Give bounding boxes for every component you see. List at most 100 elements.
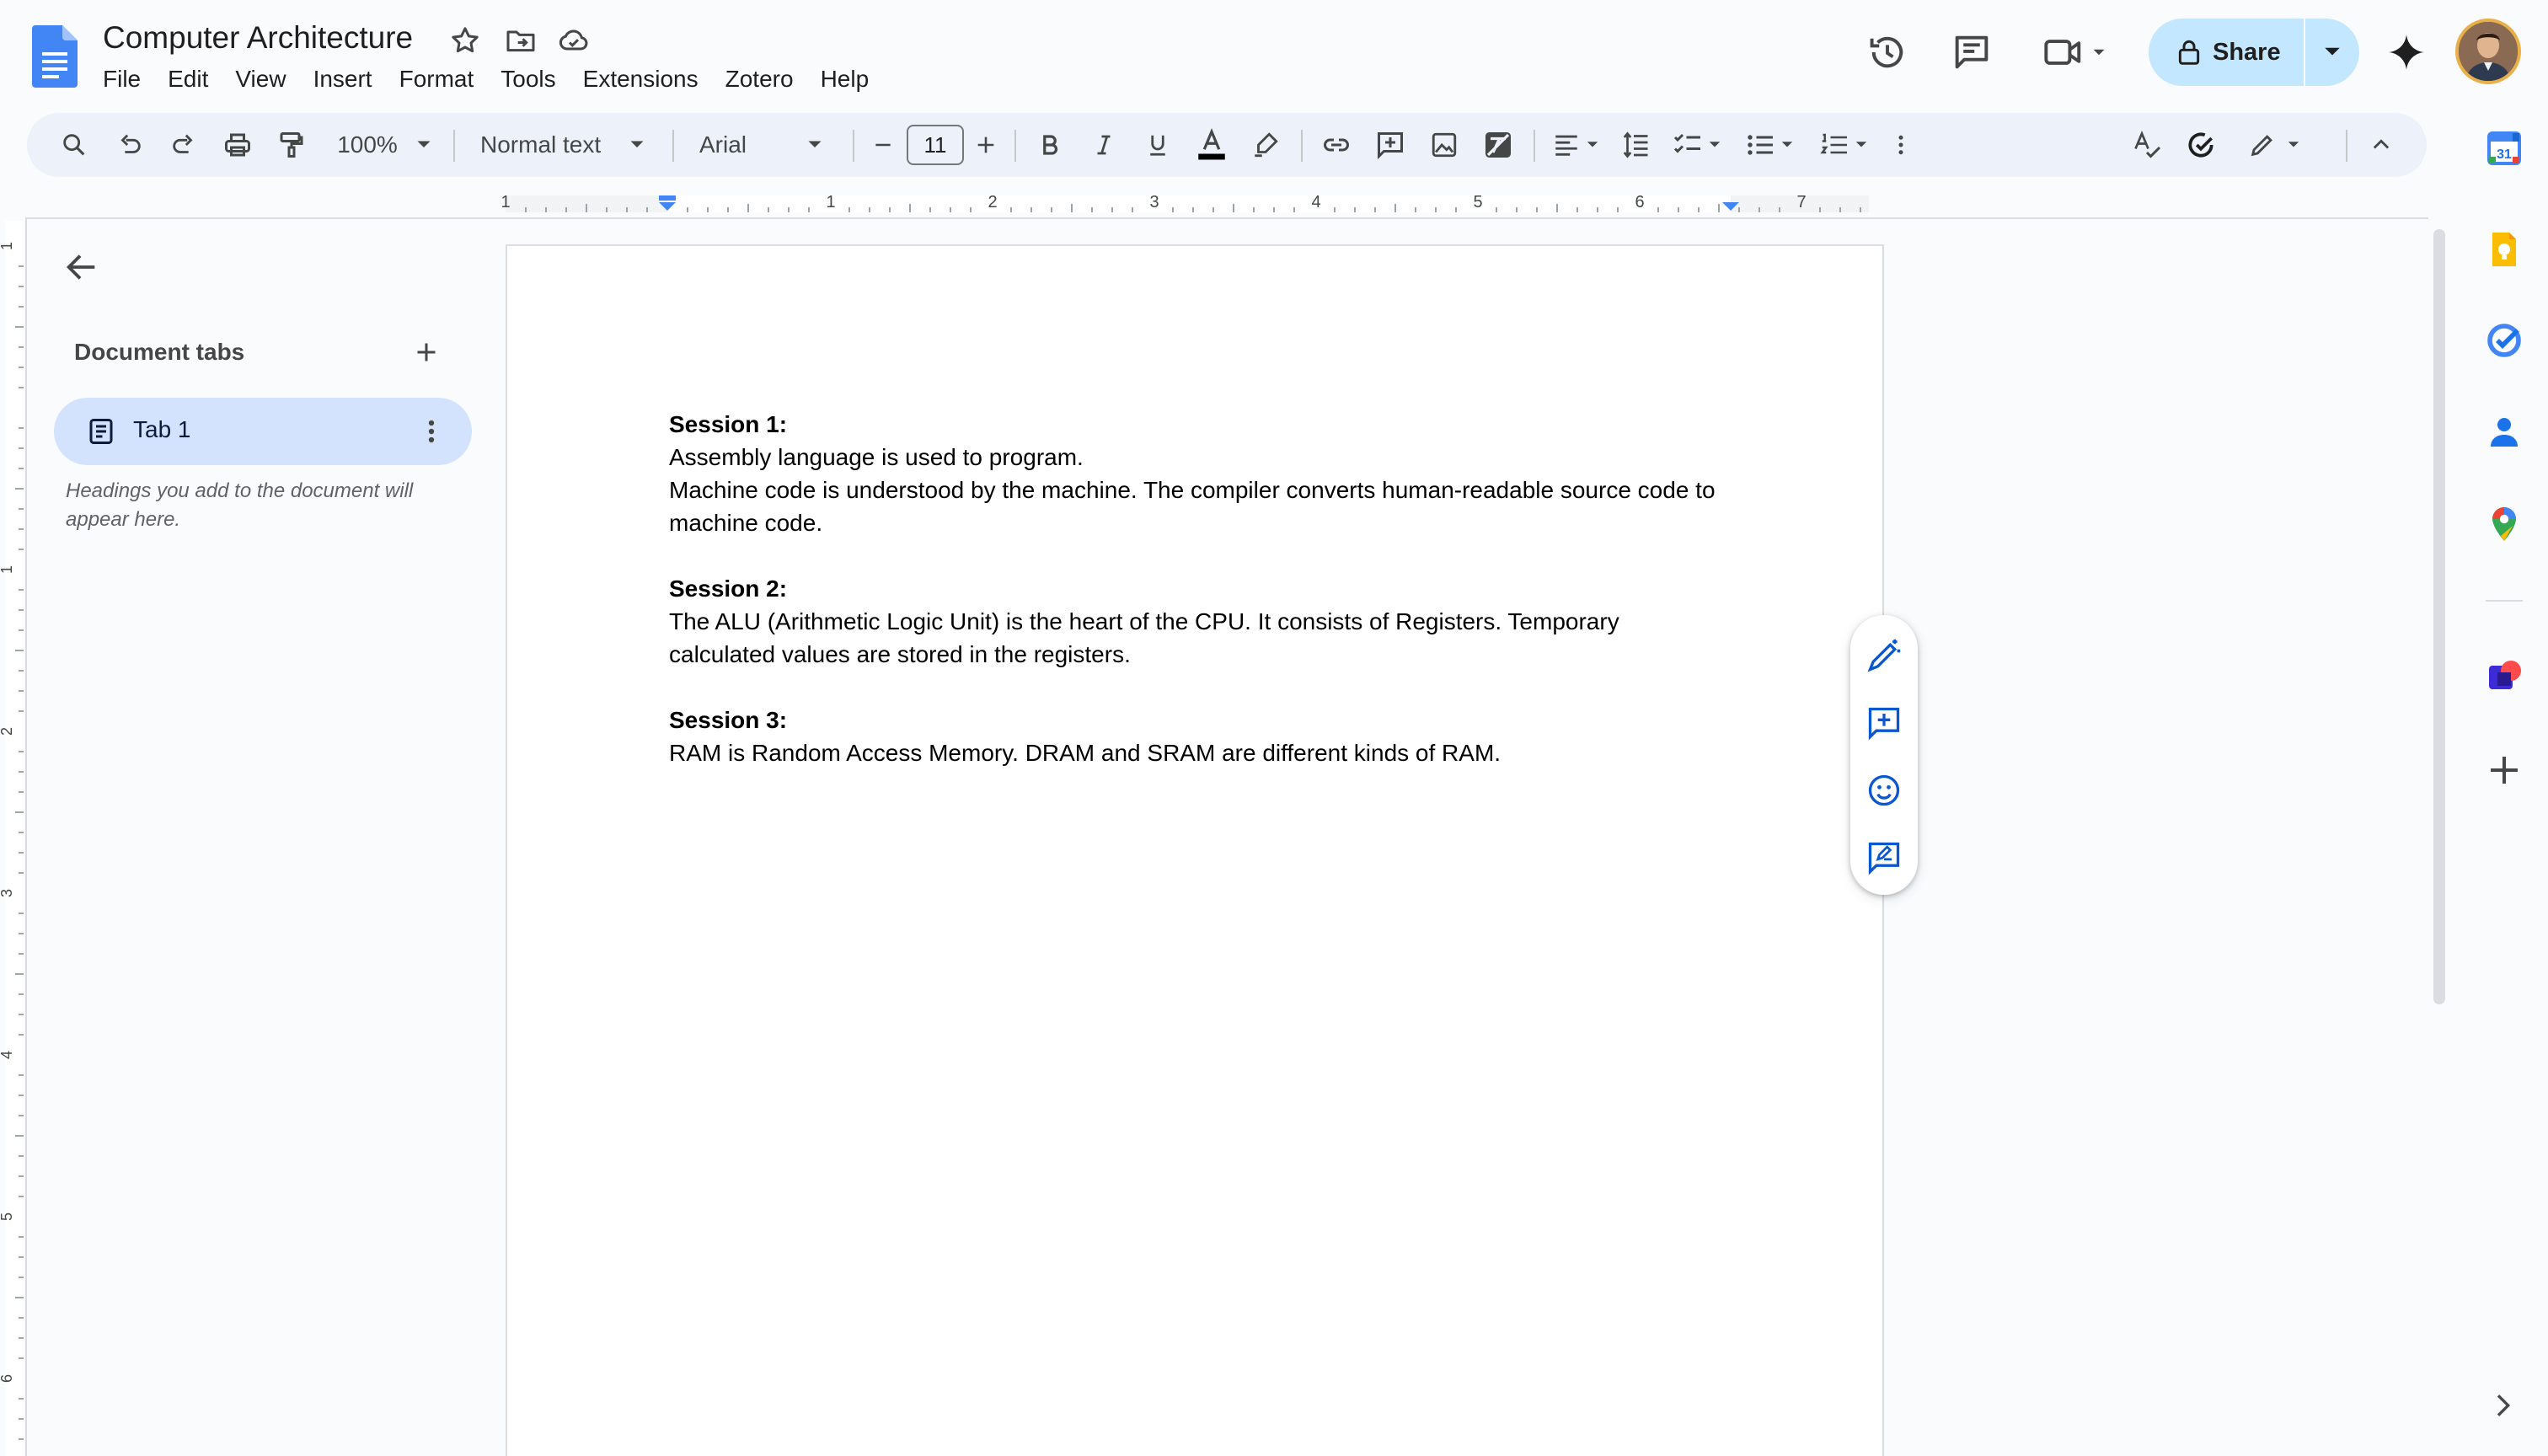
first-line-indent-marker[interactable] <box>659 195 676 201</box>
bold-icon <box>1043 135 1058 155</box>
add-addon-icon[interactable] <box>2484 750 2524 790</box>
menu-view[interactable]: View <box>222 62 299 96</box>
more-icon <box>1898 135 1903 155</box>
addon-icon[interactable] <box>2484 657 2524 698</box>
back-arrow-icon[interactable] <box>62 248 101 286</box>
redo-button[interactable] <box>160 113 207 177</box>
ruler-label: 1 <box>826 193 835 211</box>
gemini-icon[interactable] <box>2386 32 2427 72</box>
document-page[interactable]: Session 1: Assembly language is used to p… <box>506 244 1884 1456</box>
contacts-icon[interactable] <box>2484 411 2524 452</box>
font-size-input[interactable]: 11 <box>907 125 964 165</box>
session-paragraph: RAM is Random Access Memory. DRAM and SR… <box>669 740 1502 766</box>
highlight-color-button[interactable] <box>1242 113 1289 177</box>
calendar-icon[interactable]: 31 <box>2484 128 2524 169</box>
floating-action-bar <box>1850 615 1918 895</box>
menu-edit[interactable]: Edit <box>154 62 222 96</box>
vertical-ruler: 1 1 2 3 4 5 6 <box>0 221 25 1456</box>
hide-menus-button[interactable] <box>2358 113 2405 177</box>
toolbar-separator <box>1301 130 1303 162</box>
more-options-button[interactable] <box>1881 113 1921 177</box>
bold-button[interactable] <box>1026 113 1073 177</box>
decrease-font-size-button[interactable] <box>864 113 902 177</box>
menu-file[interactable]: File <box>89 62 154 96</box>
move-folder-icon[interactable] <box>504 24 538 57</box>
print-button[interactable] <box>214 113 261 177</box>
paint-format-button[interactable] <box>268 113 315 177</box>
account-avatar[interactable] <box>2455 19 2521 84</box>
share-dropdown-button[interactable] <box>2305 19 2359 86</box>
menu-format[interactable]: Format <box>386 62 488 96</box>
menu-zotero[interactable]: Zotero <box>712 62 807 96</box>
paragraph-style-select[interactable]: Normal text <box>467 113 681 177</box>
search-menus-button[interactable] <box>51 113 98 177</box>
clear-formatting-button[interactable] <box>1475 113 1522 177</box>
editing-mode-button[interactable] <box>2233 113 2315 177</box>
insert-comment-button[interactable] <box>1367 113 1414 177</box>
side-panel-divider <box>2486 600 2523 602</box>
text-color-button[interactable] <box>1188 113 1235 177</box>
suggest-edits-icon[interactable] <box>1866 839 1903 876</box>
tasks-icon[interactable] <box>2484 320 2524 361</box>
line-spacing-icon <box>1623 131 1648 158</box>
keep-icon[interactable] <box>2484 229 2524 270</box>
zoom-select[interactable]: 100% <box>325 113 443 177</box>
assistant-button[interactable] <box>2177 113 2224 177</box>
document-body[interactable]: Session 1: Assembly language is used to p… <box>669 408 1731 769</box>
maps-icon[interactable] <box>2484 504 2524 544</box>
undo-button[interactable] <box>106 113 153 177</box>
insert-image-icon <box>1432 132 1457 158</box>
insert-image-button[interactable] <box>1421 113 1468 177</box>
cloud-saved-icon[interactable] <box>556 24 590 57</box>
ruler-label: 7 <box>1796 193 1806 211</box>
tab-options-icon[interactable] <box>415 415 448 448</box>
menu-help[interactable]: Help <box>807 62 883 96</box>
align-button[interactable] <box>1544 113 1608 177</box>
insert-link-button[interactable] <box>1313 113 1360 177</box>
share-button[interactable]: Share <box>2149 19 2304 86</box>
star-icon[interactable] <box>448 24 482 57</box>
ruler-label: 6 <box>1635 193 1644 211</box>
scrollbar-thumb[interactable] <box>2433 229 2445 1004</box>
collapse-icon <box>2373 139 2390 149</box>
underline-button[interactable] <box>1134 113 1181 177</box>
caret-down-icon <box>2288 142 2299 147</box>
editing-mode-icon <box>2251 135 2272 157</box>
help-me-write-icon[interactable] <box>1866 637 1903 674</box>
docs-logo[interactable] <box>32 25 78 88</box>
search-icon <box>63 134 85 156</box>
caret-down-icon <box>417 141 431 147</box>
history-icon[interactable] <box>1866 30 1909 74</box>
vertical-ruler-label: 5 <box>0 1212 15 1221</box>
document-title[interactable]: Computer Architecture <box>103 20 413 56</box>
emoji-reaction-icon[interactable] <box>1866 772 1903 809</box>
menu-insert[interactable]: Insert <box>300 62 386 96</box>
share-button-group: Share <box>2149 19 2359 86</box>
meet-icon[interactable] <box>2042 30 2110 74</box>
comments-icon[interactable] <box>1950 30 1994 74</box>
svg-text:31: 31 <box>2497 147 2512 162</box>
assistant-icon <box>2188 132 2213 158</box>
line-spacing-button[interactable] <box>1613 113 1660 177</box>
caret-down-icon <box>808 141 822 147</box>
ruler-label: 1 <box>500 193 510 211</box>
checklist-button[interactable] <box>1665 113 1729 177</box>
share-label: Share <box>2213 38 2281 66</box>
add-tab-icon[interactable] <box>411 337 442 367</box>
increase-font-size-button[interactable] <box>967 113 1004 177</box>
numbered-list-icon <box>1820 133 1847 154</box>
tab-item-1[interactable]: Tab 1 <box>54 398 472 465</box>
italic-button[interactable] <box>1080 113 1127 177</box>
vertical-ruler-label: 2 <box>0 727 15 736</box>
add-comment-icon[interactable] <box>1866 704 1903 741</box>
expand-side-panel-icon[interactable] <box>2486 1389 2519 1422</box>
bulleted-list-button[interactable] <box>1737 113 1801 177</box>
font-select[interactable]: Arial <box>686 113 859 177</box>
numbered-list-button[interactable] <box>1812 113 1876 177</box>
ruler-ticks: 1 1 2 3 4 5 6 7 <box>500 193 1869 212</box>
spellcheck-button[interactable] <box>2123 113 2171 177</box>
paragraph-style-value: Normal text <box>480 131 602 158</box>
menu-extensions[interactable]: Extensions <box>570 62 712 96</box>
menu-tools[interactable]: Tools <box>487 62 569 96</box>
